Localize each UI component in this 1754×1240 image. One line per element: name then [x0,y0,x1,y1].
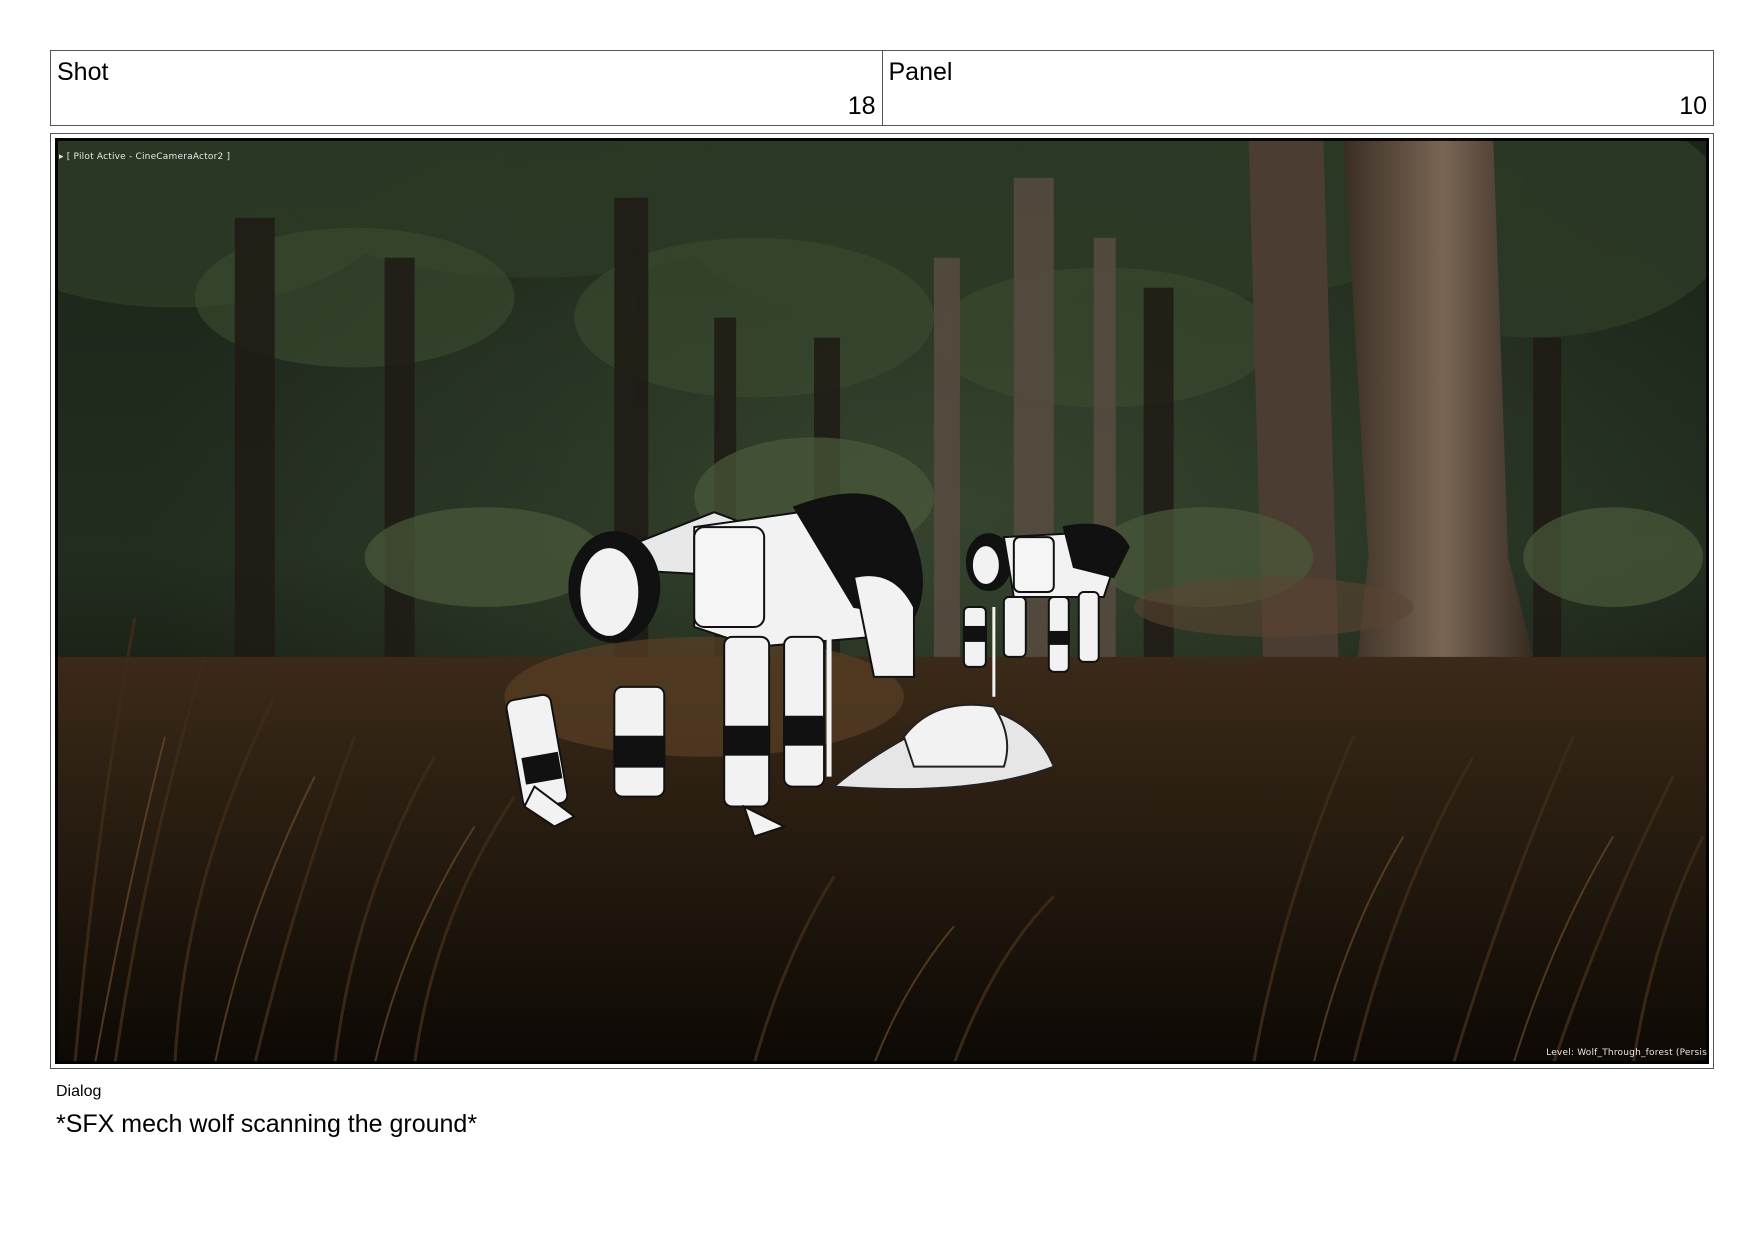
shot-label: Shot [57,58,109,86]
shot-cell: Shot 18 [51,51,882,125]
dialog-text: *SFX mech wolf scanning the ground* [56,1110,478,1138]
viewport-level-overlay: Level: Wolf_Through_forest (Persis [1546,1048,1707,1058]
shot-number: 18 [847,92,876,120]
scene-image: ▸ [ Pilot Active - CineCameraActor2 ] Le… [55,138,1709,1064]
panel-cell: Panel 10 [881,51,1714,125]
viewport-pilot-overlay: ▸ [ Pilot Active - CineCameraActor2 ] [59,152,231,162]
storyboard-frame: ▸ [ Pilot Active - CineCameraActor2 ] Le… [50,133,1714,1069]
panel-label: Panel [888,58,953,86]
panel-number: 10 [1679,92,1707,120]
forest-scene-illustration [55,138,1709,1064]
dialog-label: Dialog [56,1083,102,1100]
shot-panel-header: Shot 18 Panel 10 [50,50,1714,126]
